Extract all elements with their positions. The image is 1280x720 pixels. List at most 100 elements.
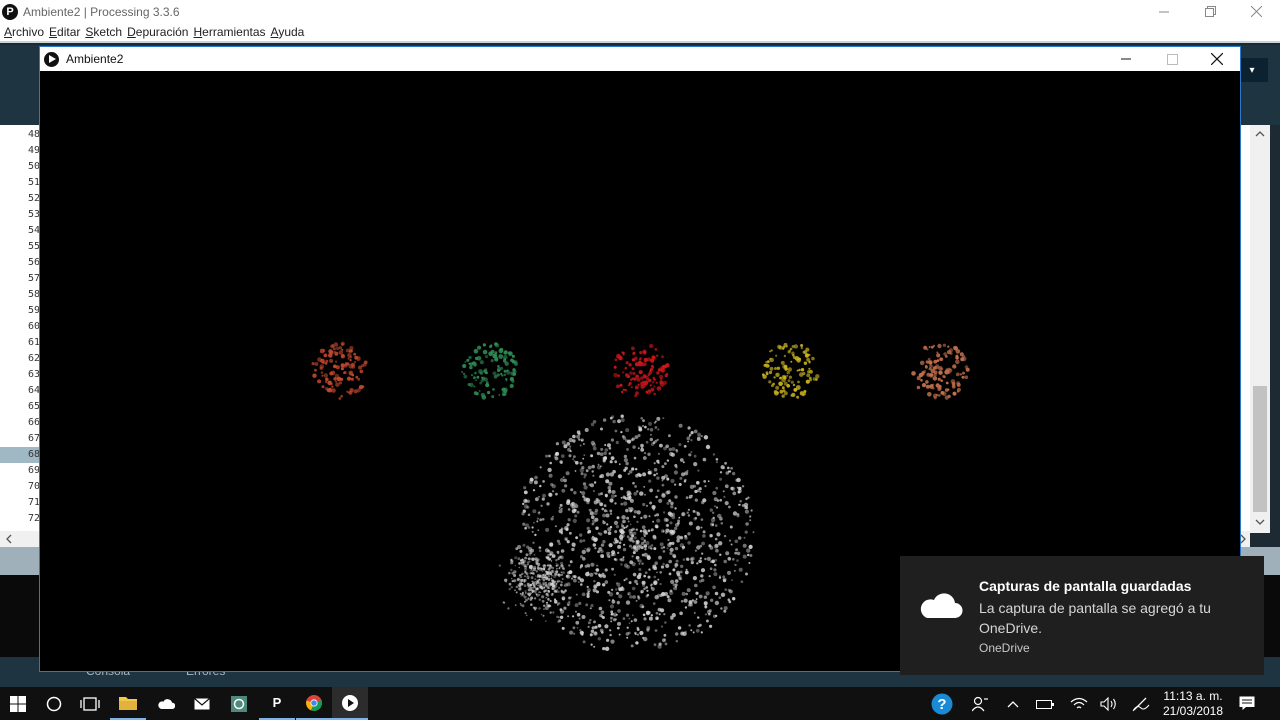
- start-button[interactable]: [0, 687, 36, 720]
- particle: [789, 347, 793, 351]
- particle: [682, 558, 686, 561]
- tray-battery[interactable]: [1032, 687, 1058, 720]
- particle: [732, 511, 738, 516]
- particle: [574, 603, 579, 608]
- particle: [534, 608, 537, 611]
- menu-sketch[interactable]: Sketch: [85, 25, 122, 39]
- particle: [597, 463, 600, 466]
- particle: [642, 419, 645, 422]
- particle: [541, 578, 543, 581]
- particle: [675, 632, 679, 636]
- particle: [550, 560, 553, 562]
- particle: [555, 564, 558, 567]
- particle: [538, 607, 541, 610]
- particle: [661, 483, 665, 487]
- particle: [642, 472, 647, 477]
- menu-editar[interactable]: Editar: [49, 25, 80, 39]
- tray-show-hidden[interactable]: [1000, 687, 1026, 720]
- tray-volume[interactable]: [1096, 687, 1122, 720]
- particle: [555, 492, 558, 496]
- particle: [527, 584, 531, 588]
- taskbar-chrome[interactable]: [296, 687, 332, 720]
- menu-depuracion[interactable]: Depuración: [127, 25, 188, 39]
- taskbar-sketch[interactable]: [332, 687, 368, 720]
- ide-minimize-button[interactable]: [1141, 0, 1187, 23]
- particle: [923, 345, 928, 350]
- sketch-maximize-button[interactable]: [1149, 47, 1195, 71]
- tray-pen[interactable]: [1128, 687, 1154, 720]
- particle: [630, 644, 634, 648]
- particle: [656, 518, 661, 523]
- particle: [740, 580, 744, 583]
- particle: [640, 417, 643, 420]
- particle: [621, 520, 626, 524]
- task-view-button[interactable]: [72, 687, 108, 720]
- ide-restore-button[interactable]: [1187, 0, 1233, 23]
- particle: [602, 513, 606, 518]
- taskbar-clock[interactable]: 11:13 a. m. 21/03/2018: [1158, 689, 1228, 719]
- particle: [523, 580, 526, 583]
- particle: [563, 444, 568, 449]
- tray-wifi[interactable]: [1066, 687, 1092, 720]
- particle: [938, 370, 943, 375]
- sketch-minimize-button[interactable]: [1103, 47, 1149, 71]
- taskbar-mail[interactable]: [184, 687, 220, 720]
- particle: [633, 531, 637, 535]
- particle: [695, 598, 698, 600]
- particle: [579, 468, 584, 473]
- particle: [655, 611, 659, 615]
- particle: [927, 357, 931, 361]
- particle: [680, 536, 683, 539]
- particle: [635, 473, 639, 478]
- particle: [674, 579, 679, 583]
- particle: [539, 466, 542, 469]
- menu-archivo[interactable]: Archivo: [4, 25, 44, 39]
- particle: [589, 633, 593, 637]
- particle: [620, 496, 623, 499]
- particle: [540, 567, 543, 570]
- taskbar-onedrive[interactable]: [148, 687, 184, 720]
- particle: [564, 526, 569, 531]
- search-button[interactable]: [36, 687, 72, 720]
- tray-help[interactable]: ?: [928, 687, 956, 720]
- particle: [510, 568, 513, 572]
- particle: [705, 591, 710, 596]
- particle: [661, 529, 665, 533]
- action-center-button[interactable]: [1232, 687, 1262, 720]
- particle: [603, 451, 607, 455]
- particle: [679, 611, 683, 616]
- taskbar-processing[interactable]: P: [259, 687, 295, 720]
- particle: [580, 472, 584, 476]
- particle: [685, 496, 689, 499]
- particle: [566, 582, 571, 587]
- particle: [712, 511, 715, 514]
- onedrive-notification[interactable]: Capturas de pantalla guardadas La captur…: [900, 556, 1264, 675]
- taskbar-file-explorer[interactable]: [110, 687, 146, 720]
- particle: [498, 394, 501, 396]
- particle: [600, 549, 604, 553]
- menu-herramientas[interactable]: Herramientas: [193, 25, 265, 39]
- menu-ayuda[interactable]: Ayuda: [271, 25, 305, 39]
- particle: [651, 355, 656, 360]
- ide-close-button[interactable]: [1233, 0, 1279, 23]
- particle: [928, 360, 933, 365]
- particle: [507, 607, 510, 610]
- particle: [706, 556, 712, 561]
- particle: [535, 575, 537, 577]
- taskbar-app[interactable]: [221, 687, 257, 720]
- particle: [643, 532, 647, 536]
- particle: [361, 364, 364, 368]
- particle: [599, 452, 604, 457]
- particle: [677, 626, 682, 630]
- particle: [587, 621, 591, 625]
- particle: [482, 343, 486, 347]
- tray-people[interactable]: [966, 687, 994, 720]
- particle: [584, 564, 588, 568]
- editor-scroll-thumb[interactable]: [1253, 386, 1267, 512]
- particle: [731, 486, 736, 491]
- sketch-close-button[interactable]: [1194, 47, 1240, 71]
- particle: [650, 387, 655, 392]
- particle: [605, 472, 611, 477]
- particle: [715, 458, 719, 461]
- particle: [560, 573, 563, 576]
